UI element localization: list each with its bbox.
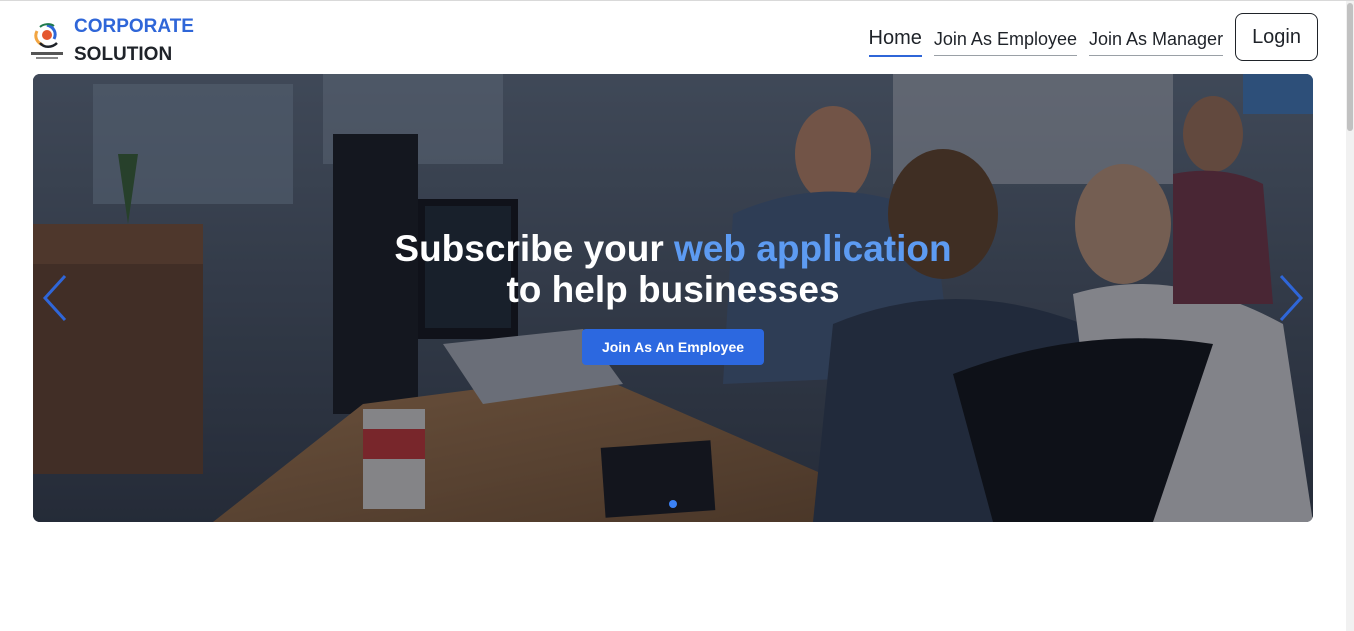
- chevron-right-icon[interactable]: [1275, 274, 1305, 322]
- hero-carousel: Subscribe your web application to help b…: [33, 74, 1313, 522]
- join-as-employee-cta-button[interactable]: Join As An Employee: [581, 329, 765, 365]
- brand-name-line1: CORPORATE: [74, 16, 194, 37]
- chevron-left-icon[interactable]: [41, 274, 71, 322]
- page: CORPORATE SOLUTION Home Join As Employee…: [0, 0, 1354, 631]
- nav-join-manager-link[interactable]: Join As Manager: [1088, 19, 1224, 56]
- hero-headline-accent: web application: [674, 228, 952, 269]
- brand-name: CORPORATE SOLUTION: [74, 13, 194, 69]
- nav-join-employee-link[interactable]: Join As Employee: [933, 19, 1077, 56]
- hero-headline-line2: to help businesses: [506, 269, 840, 310]
- login-button[interactable]: Login: [1235, 13, 1318, 61]
- carousel-dot[interactable]: [669, 500, 677, 508]
- hero-headline: Subscribe your web application: [33, 228, 1313, 269]
- navbar: CORPORATE SOLUTION Home Join As Employee…: [0, 1, 1346, 73]
- brand[interactable]: CORPORATE SOLUTION: [30, 13, 194, 69]
- hero-headline-part1: Subscribe your: [394, 228, 675, 269]
- page-scrollbar[interactable]: [1346, 1, 1354, 631]
- carousel-pagination: [33, 500, 1313, 508]
- brand-name-line2: SOLUTION: [74, 44, 173, 65]
- main-nav: Home Join As Employee Join As Manager Lo…: [868, 13, 1318, 61]
- scrollbar-thumb[interactable]: [1347, 3, 1353, 131]
- nav-home-link[interactable]: Home: [868, 17, 922, 57]
- corporate-solution-logo: [30, 21, 64, 61]
- hero-content: Subscribe your web application to help b…: [33, 228, 1313, 365]
